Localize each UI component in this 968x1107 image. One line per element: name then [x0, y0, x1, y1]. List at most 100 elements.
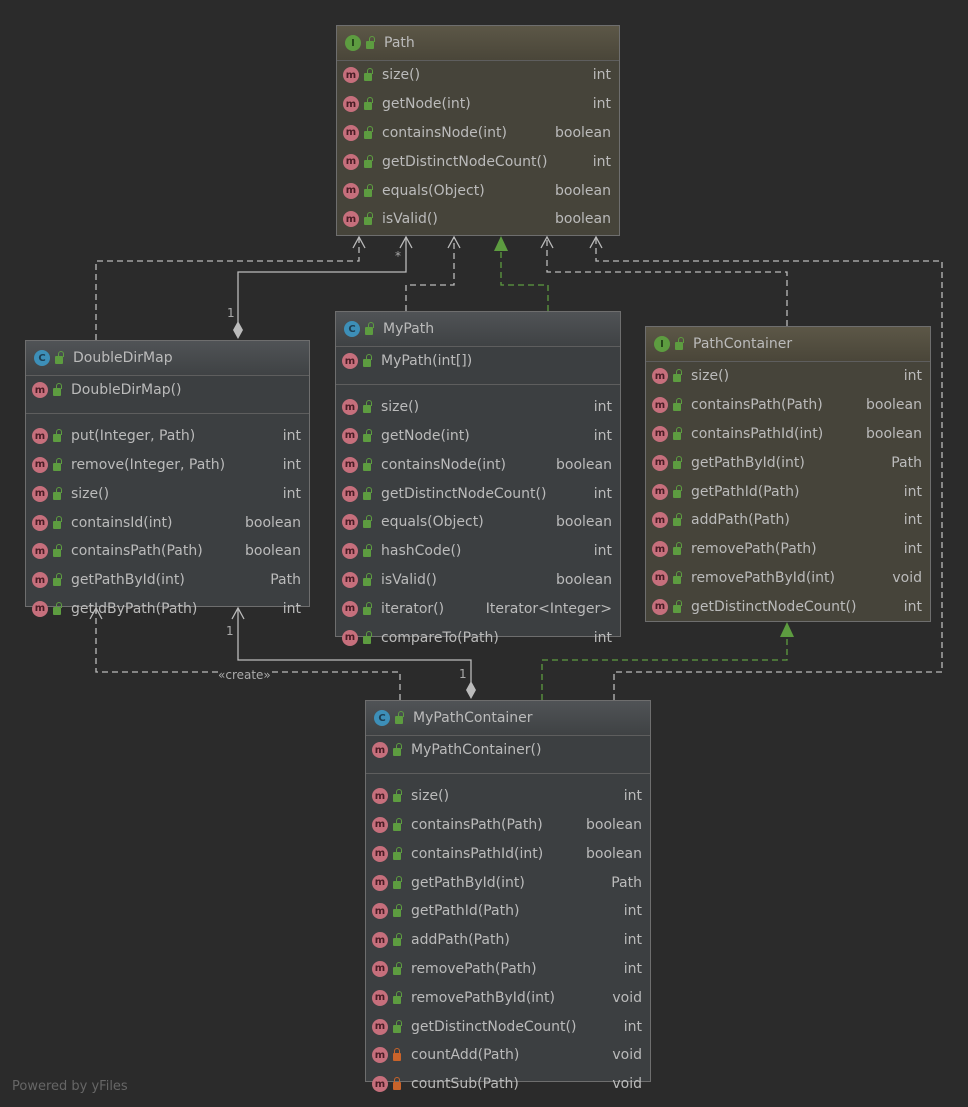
method-row[interactable]: m size() int [336, 383, 620, 422]
method-icon: m [342, 543, 358, 560]
method-row[interactable]: m removePathById(int) void [646, 564, 930, 593]
method-row[interactable]: m isValid() boolean [336, 566, 620, 595]
method-icon: m [32, 572, 48, 589]
realization-triangle-icon [494, 236, 508, 251]
member-type: int [282, 485, 301, 502]
public-visibility-icon [363, 630, 372, 644]
node-title: Path [384, 35, 415, 51]
constructor-row[interactable]: m MyPath(int[]) [336, 347, 620, 376]
method-row[interactable]: m getPathById(int) Path [366, 868, 650, 897]
member-type: int [623, 960, 642, 977]
method-row[interactable]: m countSub(Path) void [366, 1070, 650, 1099]
member-name: containsPath(Path) [411, 816, 543, 833]
method-row[interactable]: m getDistinctNodeCount() int [366, 1012, 650, 1041]
method-row[interactable]: m equals(Object) boolean [337, 176, 619, 205]
member-name: iterator() [381, 600, 445, 617]
public-visibility-icon [393, 904, 402, 918]
method-icon: m [372, 989, 388, 1006]
method-row[interactable]: m countAdd(Path) void [366, 1041, 650, 1070]
public-visibility-icon [673, 398, 682, 412]
member-type: Path [611, 874, 642, 891]
method-row[interactable]: m equals(Object) boolean [336, 508, 620, 537]
constructor-row[interactable]: m DoubleDirMap() [26, 376, 309, 405]
method-row[interactable]: m size() int [646, 362, 930, 391]
method-row[interactable]: m containsPath(Path) boolean [26, 537, 309, 566]
node-mypathcontainer[interactable]: C MyPathContainer m MyPathContainer() m size(… [365, 700, 651, 1093]
member-name: MyPathContainer() [411, 742, 542, 759]
method-row[interactable]: m getIdByPath(Path) int [26, 595, 309, 624]
method-row[interactable]: m size() int [366, 772, 650, 811]
method-row[interactable]: m getPathById(int) Path [646, 448, 930, 477]
method-row[interactable]: m containsPathId(int) boolean [366, 839, 650, 868]
node-pathcontainer[interactable]: I PathContainer m size() int m containsPath(Pa… [645, 326, 931, 622]
member-name: countSub(Path) [411, 1076, 519, 1093]
method-icon: m [652, 368, 668, 385]
member-name: removePathById(int) [411, 989, 555, 1006]
method-row[interactable]: m containsNode(int) boolean [336, 450, 620, 479]
method-row[interactable]: m iterator() Iterator<Integer> [336, 594, 620, 623]
node-header[interactable]: C DoubleDirMap [26, 341, 309, 376]
method-row[interactable]: m getDistinctNodeCount() int [336, 479, 620, 508]
method-row[interactable]: m removePathById(int) void [366, 983, 650, 1012]
public-visibility-icon [675, 337, 684, 350]
public-visibility-icon [673, 570, 682, 584]
multiplicity-label: * [395, 249, 401, 263]
member-type: int [623, 788, 642, 805]
method-row[interactable]: m containsPath(Path) boolean [646, 391, 930, 420]
method-row[interactable]: m addPath(Path) int [366, 926, 650, 955]
method-row[interactable]: m getPathId(Path) int [366, 897, 650, 926]
method-row[interactable]: m containsPath(Path) boolean [366, 811, 650, 840]
method-row[interactable]: m getNode(int) int [337, 90, 619, 119]
node-header[interactable]: I PathContainer [646, 327, 930, 362]
method-row[interactable]: m getNode(int) int [336, 422, 620, 451]
node-header[interactable]: I Path [337, 26, 619, 61]
method-row[interactable]: m remove(Integer, Path) int [26, 451, 309, 480]
node-header[interactable]: C MyPath [336, 312, 620, 347]
method-row[interactable]: m removePath(Path) int [646, 535, 930, 564]
member-type: boolean [245, 514, 301, 531]
member-name: hashCode() [381, 543, 462, 560]
node-title: PathContainer [693, 336, 793, 352]
member-type: void [612, 1047, 642, 1064]
method-row[interactable]: m getDistinctNodeCount() int [646, 592, 930, 621]
method-row[interactable]: m containsPathId(int) boolean [646, 420, 930, 449]
method-icon: m [32, 514, 48, 531]
class-icon: C [34, 350, 50, 366]
member-name: DoubleDirMap() [71, 382, 182, 399]
method-icon: m [372, 788, 388, 805]
method-row[interactable]: m getPathById(int) Path [26, 566, 309, 595]
member-name: getNode(int) [381, 427, 470, 444]
member-name: containsNode(int) [382, 124, 507, 141]
node-path[interactable]: I Path m size() int m getNode(int) int m contains… [336, 25, 620, 236]
method-row[interactable]: m getPathId(Path) int [646, 477, 930, 506]
public-visibility-icon [393, 743, 402, 757]
method-row[interactable]: m put(Integer, Path) int [26, 412, 309, 451]
method-row[interactable]: m containsId(int) boolean [26, 508, 309, 537]
method-icon: m [32, 428, 48, 445]
method-icon: m [343, 67, 359, 84]
method-row[interactable]: m size() int [337, 61, 619, 90]
method-icon: m [342, 514, 358, 531]
method-row[interactable]: m addPath(Path) int [646, 506, 930, 535]
member-name: getNode(int) [382, 96, 471, 113]
public-visibility-icon [363, 572, 372, 586]
node-title: DoubleDirMap [73, 350, 173, 366]
method-row[interactable]: m compareTo(Path) int [336, 623, 620, 652]
method-row[interactable]: m size() int [26, 479, 309, 508]
method-row[interactable]: m getDistinctNodeCount() int [337, 147, 619, 176]
method-row[interactable]: m removePath(Path) int [366, 955, 650, 984]
method-icon: m [342, 456, 358, 473]
method-row[interactable]: m isValid() boolean [337, 205, 619, 234]
public-visibility-icon [364, 212, 373, 226]
method-icon: m [342, 427, 358, 444]
node-header[interactable]: C MyPathContainer [366, 701, 650, 736]
method-row[interactable]: m hashCode() int [336, 537, 620, 566]
constructor-row[interactable]: m MyPathContainer() [366, 736, 650, 765]
node-doubledirmap[interactable]: C DoubleDirMap m DoubleDirMap() m put(Integer… [25, 340, 310, 617]
node-mypath[interactable]: C MyPath m MyPath(int[]) m size() int m getNode(… [335, 311, 621, 646]
composition-diamond-icon [466, 681, 476, 699]
method-icon: m [343, 96, 359, 113]
public-visibility-icon [673, 455, 682, 469]
public-visibility-icon [363, 486, 372, 500]
method-row[interactable]: m containsNode(int) boolean [337, 119, 619, 148]
